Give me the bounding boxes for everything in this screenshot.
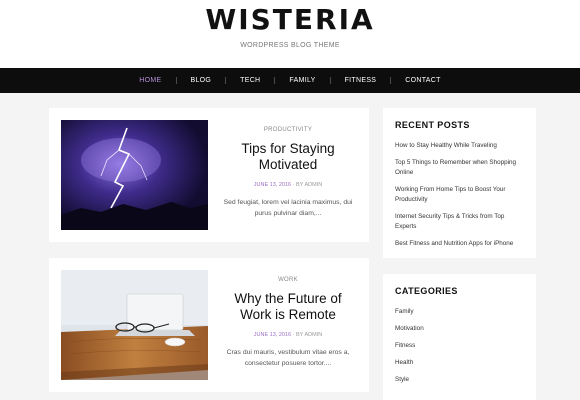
nav-item-tech[interactable]: TECH bbox=[240, 77, 260, 84]
recent-post-link[interactable]: Working From Home Tips to Boost Your Pro… bbox=[395, 185, 525, 205]
post-date[interactable]: JUNE 13, 2016 bbox=[254, 182, 291, 188]
recent-post-link[interactable]: How to Stay Healthy While Traveling bbox=[395, 141, 525, 151]
category-link[interactable]: Health bbox=[395, 358, 525, 368]
nav-item-blog[interactable]: BLOG bbox=[191, 77, 212, 84]
nav-divider bbox=[274, 77, 276, 84]
nav-divider bbox=[390, 77, 392, 84]
post-title[interactable]: Tips for Staying Motivated bbox=[217, 141, 359, 173]
recent-posts-widget: RECENT POSTS How to Stay Healthy While T… bbox=[383, 108, 536, 258]
post-excerpt: Sed feugiat, lorem vel lacinia maximus, … bbox=[223, 199, 353, 217]
category-link[interactable]: Family bbox=[395, 307, 525, 317]
post-category[interactable]: WORK bbox=[217, 277, 359, 283]
site-header: WISTERIA WORDPRESS BLOG THEME bbox=[0, 0, 580, 68]
site-tagline: WORDPRESS BLOG THEME bbox=[240, 42, 340, 49]
nav-item-fitness[interactable]: FITNESS bbox=[345, 77, 377, 84]
nav-divider bbox=[329, 77, 331, 84]
post-card: WORK Why the Future of Work is Remote JU… bbox=[49, 258, 369, 392]
widget-title: CATEGORIES bbox=[395, 286, 458, 296]
nav-item-contact[interactable]: CONTACT bbox=[405, 77, 440, 84]
main-nav: HOME BLOG TECH FAMILY FITNESS CONTACT bbox=[0, 68, 580, 93]
post-body: WORK Why the Future of Work is Remote JU… bbox=[217, 277, 359, 369]
nav-divider bbox=[175, 77, 177, 84]
post-excerpt: Cras dui mauris, vestibulum vitae eros a… bbox=[226, 349, 350, 367]
recent-post-link[interactable]: Best Fitness and Nutrition Apps for iPho… bbox=[395, 239, 525, 249]
site-title[interactable]: WISTERIA bbox=[0, 2, 580, 38]
category-link[interactable]: Fitness bbox=[395, 341, 525, 351]
recent-post-link[interactable]: Top 5 Things to Remember when Shopping O… bbox=[395, 158, 525, 178]
recent-post-link[interactable]: Internet Security Tips & Tricks from Top… bbox=[395, 212, 525, 232]
category-link[interactable]: Style bbox=[395, 375, 525, 385]
post-meta: JUNE 13, 2016 · BY ADMIN bbox=[217, 332, 359, 338]
post-meta: JUNE 13, 2016 · BY ADMIN bbox=[217, 182, 359, 188]
post-card: PRODUCTIVITY Tips for Staying Motivated … bbox=[49, 108, 369, 242]
post-author[interactable]: BY ADMIN bbox=[296, 332, 322, 338]
post-thumbnail-desk[interactable] bbox=[61, 270, 208, 380]
nav-divider bbox=[225, 77, 227, 84]
post-category[interactable]: PRODUCTIVITY bbox=[217, 127, 359, 133]
nav-item-home[interactable]: HOME bbox=[139, 77, 161, 84]
categories-widget: CATEGORIES Family Motivation Fitness Hea… bbox=[383, 274, 536, 400]
post-title[interactable]: Why the Future of Work is Remote bbox=[217, 291, 359, 323]
widget-title: RECENT POSTS bbox=[395, 120, 470, 130]
nav-item-family[interactable]: FAMILY bbox=[289, 77, 315, 84]
categories-list: Family Motivation Fitness Health Style bbox=[395, 307, 525, 385]
post-body: PRODUCTIVITY Tips for Staying Motivated … bbox=[217, 127, 359, 219]
post-thumbnail-lightning[interactable] bbox=[61, 120, 208, 230]
post-author[interactable]: BY ADMIN bbox=[296, 182, 322, 188]
category-link[interactable]: Motivation bbox=[395, 324, 525, 334]
nav-items: HOME BLOG TECH FAMILY FITNESS CONTACT bbox=[0, 68, 580, 93]
recent-posts-list: How to Stay Healthy While Traveling Top … bbox=[395, 141, 525, 249]
post-date[interactable]: JUNE 13, 2016 bbox=[254, 332, 291, 338]
